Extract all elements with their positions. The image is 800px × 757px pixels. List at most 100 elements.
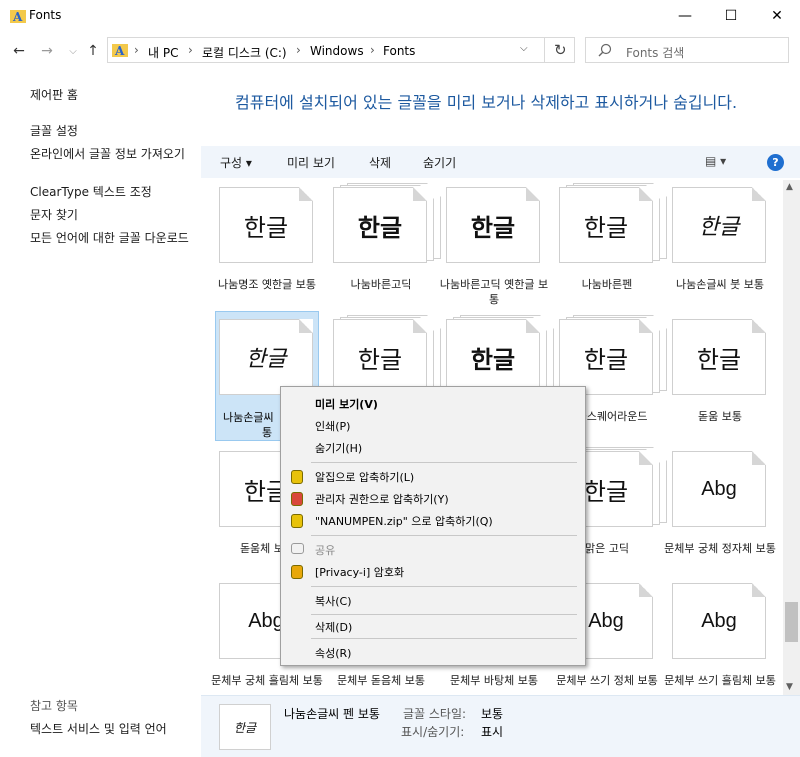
page-fold-icon	[299, 187, 313, 201]
address-dropdown-button[interactable]: ⌵	[520, 43, 528, 54]
font-sample-text: 한글	[243, 213, 289, 242]
font-name-label: 문체부 궁체 흘림체 보통	[211, 674, 323, 687]
close-button[interactable]: ✕	[754, 0, 800, 32]
context-menu-item[interactable]: 속성(R)	[315, 645, 351, 661]
page-heading: 컴퓨터에 설치되어 있는 글꼴을 미리 보거나 삭제하고 표시하거나 숨깁니다.	[235, 93, 738, 112]
font-tile[interactable]: Abg	[672, 451, 768, 529]
context-menu-item[interactable]: 관리자 권한으로 압축하기(Y)	[315, 491, 449, 507]
selected-font-label: 나눔손글씨	[223, 411, 274, 424]
see-also-title: 참고 항목	[30, 699, 78, 713]
context-menu-item[interactable]: [Privacy-i] 암호화	[315, 564, 404, 580]
change-view-button[interactable]: ▤ ▾	[705, 154, 726, 168]
breadcrumb-local-disk[interactable]: 로컬 디스크 (C:)	[202, 44, 287, 61]
menu-separator	[311, 586, 577, 587]
preview-button[interactable]: 미리 보기	[287, 154, 335, 171]
font-sample-text: Abg	[701, 609, 737, 632]
page-fold-icon	[752, 187, 766, 201]
minimize-button[interactable]: —	[662, 0, 708, 32]
font-sample-text: 한글	[357, 345, 403, 374]
page-fold-icon	[413, 187, 427, 201]
font-name-label: 나눔손글씨 붓 보통	[676, 278, 764, 291]
font-sample-text: 한글	[245, 347, 287, 372]
details-thumbnail: 한글	[219, 704, 271, 750]
search-icon	[598, 43, 612, 57]
font-tile[interactable]: Abg	[672, 583, 768, 661]
breadcrumb-fonts[interactable]: Fonts	[383, 44, 415, 58]
scroll-down-arrow-icon[interactable]: ▼	[786, 682, 793, 692]
up-button[interactable]: ↑	[84, 42, 102, 60]
breadcrumb-windows[interactable]: Windows	[310, 44, 364, 58]
font-sample-text: Abg	[588, 609, 624, 632]
svg-text:A: A	[114, 44, 125, 58]
search-box[interactable]: Fonts 검색	[585, 37, 789, 63]
context-menu-item[interactable]: 알집으로 압축하기(L)	[315, 469, 414, 485]
context-menu-item[interactable]: 인쇄(P)	[315, 418, 350, 434]
font-sample-text: 한글	[583, 345, 629, 374]
refresh-button[interactable]: ↻	[554, 41, 567, 59]
font-name-label: 나눔바른펜	[581, 278, 633, 291]
recent-locations-button[interactable]: ⌵	[64, 42, 82, 60]
font-tile[interactable]: 한글	[672, 187, 768, 265]
maximize-button[interactable]: ☐	[708, 0, 754, 32]
get-font-info-online-link[interactable]: 온라인에서 글꼴 정보 가져오기	[30, 147, 200, 161]
address-bar[interactable]: A › 내 PC › 로컬 디스크 (C:) › Windows › Fonts…	[107, 37, 575, 63]
font-file-icon: 한글	[446, 319, 540, 395]
text-services-link[interactable]: 텍스트 서비스 및 입력 언어	[30, 722, 200, 736]
font-tile[interactable]: 한글	[559, 183, 667, 265]
scrollbar-thumb[interactable]	[785, 602, 798, 642]
page-fold-icon	[752, 583, 766, 597]
hide-button[interactable]: 숨기기	[423, 154, 456, 171]
font-name-label: 나눔바른고딕 옛한글 보통	[439, 278, 549, 306]
details-pane: 한글 나눔손글씨 펜 보통 글꼴 스타일: 보통 표시/숨기기: 표시	[201, 695, 800, 757]
details-style-value: 보통	[481, 707, 504, 721]
font-file-icon: 한글	[446, 187, 540, 263]
font-tile[interactable]: 한글	[333, 183, 441, 265]
page-fold-icon	[639, 187, 653, 201]
breadcrumb-separator: ›	[134, 43, 139, 57]
alzip-icon	[291, 470, 303, 484]
font-name-label: 문체부 궁체 정자체 보통	[664, 542, 776, 555]
lock-icon	[291, 565, 303, 579]
context-menu-item[interactable]: 숨기기(H)	[315, 440, 362, 456]
page-fold-icon	[413, 319, 427, 333]
context-menu-item[interactable]: 미리 보기(V)	[315, 396, 378, 412]
menu-separator	[311, 614, 577, 615]
window-title: Fonts	[29, 8, 62, 22]
control-panel-home-link[interactable]: 제어판 홈	[30, 88, 200, 102]
font-tile[interactable]: 한글	[446, 187, 542, 265]
page-fold-icon	[526, 187, 540, 201]
find-character-link[interactable]: 문자 찾기	[30, 208, 200, 222]
font-sample-text: 한글	[583, 477, 629, 506]
font-settings-link[interactable]: 글꼴 설정	[30, 124, 200, 138]
context-menu-item[interactable]: 삭제(D)	[315, 619, 352, 635]
font-name-label: 문체부 쓰기 정체 보통	[556, 674, 658, 687]
svg-text:A: A	[12, 10, 23, 24]
download-all-fonts-link[interactable]: 모든 언어에 대한 글꼴 다운로드	[30, 231, 200, 245]
breadcrumb-this-pc[interactable]: 내 PC	[148, 44, 178, 61]
details-font-name: 나눔손글씨 펜 보통	[284, 707, 380, 721]
scroll-up-arrow-icon[interactable]: ▲	[786, 182, 793, 192]
admin-zip-icon	[291, 492, 303, 506]
context-menu-item: 공유	[315, 544, 336, 557]
cleartype-link[interactable]: ClearType 텍스트 조정	[30, 185, 200, 199]
page-fold-icon	[526, 319, 540, 333]
font-sample-text: 한글	[357, 213, 403, 242]
context-menu-item[interactable]: 복사(C)	[315, 593, 352, 609]
page-fold-icon	[752, 319, 766, 333]
font-tile[interactable]: 한글	[672, 319, 768, 397]
font-name-label: 나눔명조 옛한글 보통	[217, 278, 317, 291]
font-name-label: 문체부 돋음체 보통	[337, 674, 425, 687]
context-menu-item[interactable]: "NANUMPEN.zip" 으로 압축하기(Q)	[315, 513, 493, 529]
font-tile[interactable]: 한글	[219, 187, 315, 265]
delete-button[interactable]: 삭제	[369, 154, 391, 171]
help-icon[interactable]: ?	[767, 154, 784, 171]
font-sample-text: Abg	[248, 609, 284, 632]
alzip-icon	[291, 514, 303, 528]
font-file-icon: Abg	[672, 451, 766, 527]
organize-button[interactable]: 구성 ▾	[220, 154, 252, 171]
back-button[interactable]: ←	[10, 42, 28, 60]
forward-button[interactable]: →	[38, 42, 56, 60]
details-style-label: 글꼴 스타일:	[403, 707, 467, 721]
font-sample-text: 한글	[470, 345, 516, 374]
font-file-icon: 한글	[559, 187, 653, 263]
